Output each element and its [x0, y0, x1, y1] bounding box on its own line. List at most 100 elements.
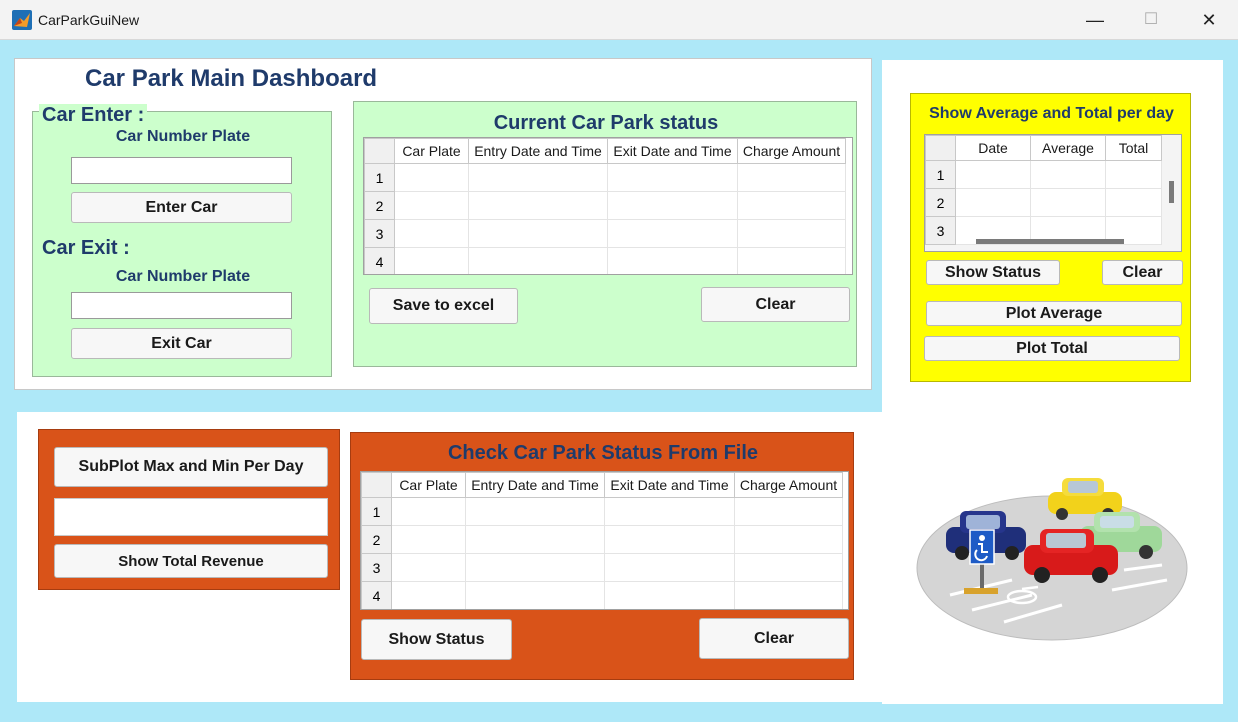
table-cell[interactable]	[955, 160, 1031, 189]
exit-car-button[interactable]: Exit Car	[71, 328, 292, 359]
column-header[interactable]: Date	[955, 135, 1031, 161]
table-cell[interactable]	[468, 191, 608, 220]
column-header[interactable]: Average	[1030, 135, 1106, 161]
column-header[interactable]: Entry Date and Time	[465, 472, 605, 498]
bottom-panel: SubPlot Max and Min Per Day Show Total R…	[17, 412, 882, 702]
car-exit-plate-input[interactable]	[71, 292, 292, 319]
car-enter-heading: Car Enter :	[39, 104, 148, 127]
total-revenue-output[interactable]	[54, 498, 328, 536]
table-cell[interactable]	[607, 163, 738, 192]
table-cell[interactable]	[1105, 188, 1162, 217]
close-button[interactable]: ✕	[1189, 6, 1229, 34]
table-cell[interactable]	[468, 219, 608, 248]
column-header[interactable]: Car Plate	[391, 472, 466, 498]
file-clear-button[interactable]: Clear	[699, 618, 849, 659]
table-row[interactable]: 4	[364, 247, 846, 274]
table-row[interactable]: 1	[361, 497, 843, 526]
table-row[interactable]: 3	[364, 219, 846, 248]
row-number: 1	[361, 497, 392, 526]
table-cell[interactable]	[607, 191, 738, 220]
table-cell[interactable]	[394, 163, 469, 192]
plot-total-button[interactable]: Plot Total	[924, 336, 1180, 361]
table-cell[interactable]	[734, 497, 843, 526]
row-number: 2	[364, 191, 395, 220]
revenue-panel: SubPlot Max and Min Per Day Show Total R…	[38, 429, 340, 590]
table-cell[interactable]	[394, 219, 469, 248]
show-total-revenue-button[interactable]: Show Total Revenue	[54, 544, 328, 578]
table-corner	[364, 138, 395, 164]
table-cell[interactable]	[737, 191, 846, 220]
table-row[interactable]: 2	[364, 191, 846, 220]
horizontal-scrollbar[interactable]	[976, 239, 1124, 244]
table-cell[interactable]	[734, 525, 843, 554]
row-number: 1	[364, 163, 395, 192]
table-row[interactable]: 2	[925, 188, 1162, 217]
table-cell[interactable]	[391, 553, 466, 582]
current-status-table[interactable]: Car Plate Entry Date and Time Exit Date …	[363, 137, 853, 275]
table-cell[interactable]	[391, 581, 466, 609]
table-cell[interactable]	[737, 247, 846, 274]
dashboard-title: Car Park Main Dashboard	[85, 65, 378, 92]
maximize-button[interactable]: ☐	[1131, 6, 1171, 34]
stats-clear-button[interactable]: Clear	[1102, 260, 1183, 285]
table-cell[interactable]	[465, 581, 605, 609]
subplot-max-min-button[interactable]: SubPlot Max and Min Per Day	[54, 447, 328, 487]
column-header[interactable]: Entry Date and Time	[468, 138, 608, 164]
minimize-button[interactable]: —	[1075, 6, 1115, 34]
table-cell[interactable]	[955, 188, 1031, 217]
table-cell[interactable]	[391, 525, 466, 554]
column-header[interactable]: Exit Date and Time	[604, 472, 735, 498]
table-cell[interactable]	[1105, 160, 1162, 189]
column-header[interactable]: Car Plate	[394, 138, 469, 164]
daily-stats-panel: Show Average and Total per day Date Aver…	[910, 93, 1191, 382]
title-bar: CarParkGuiNew — ☐ ✕	[0, 0, 1238, 40]
table-cell[interactable]	[604, 581, 735, 609]
table-corner	[361, 472, 392, 498]
table-row[interactable]: 3	[361, 553, 843, 582]
table-cell[interactable]	[391, 497, 466, 526]
enter-car-button[interactable]: Enter Car	[71, 192, 292, 223]
table-cell[interactable]	[737, 219, 846, 248]
row-number: 1	[925, 160, 956, 189]
column-header[interactable]: Exit Date and Time	[607, 138, 738, 164]
table-row[interactable]: 1	[364, 163, 846, 192]
table-cell[interactable]	[394, 247, 469, 274]
table-cell[interactable]	[468, 247, 608, 274]
car-park-illustration	[912, 470, 1192, 645]
table-cell[interactable]	[465, 525, 605, 554]
table-cell[interactable]	[465, 497, 605, 526]
save-to-excel-button[interactable]: Save to excel	[369, 288, 518, 324]
status-clear-button[interactable]: Clear	[701, 287, 850, 322]
table-cell[interactable]	[604, 497, 735, 526]
table-cell[interactable]	[734, 581, 843, 609]
table-row[interactable]: 4	[361, 581, 843, 609]
table-cell[interactable]	[1030, 188, 1106, 217]
vertical-scrollbar[interactable]	[1169, 181, 1174, 203]
column-header[interactable]: Total	[1105, 135, 1162, 161]
table-cell[interactable]	[737, 163, 846, 192]
table-row[interactable]: 1	[925, 160, 1162, 189]
table-cell[interactable]	[607, 247, 738, 274]
table-cell[interactable]	[734, 553, 843, 582]
file-status-table[interactable]: Car Plate Entry Date and Time Exit Date …	[360, 471, 849, 610]
table-cell[interactable]	[1030, 160, 1106, 189]
car-exit-plate-label: Car Number Plate	[115, 268, 251, 285]
column-header[interactable]: Charge Amount	[734, 472, 843, 498]
row-number: 3	[364, 219, 395, 248]
daily-stats-table[interactable]: Date Average Total 1 2 3	[924, 134, 1182, 252]
file-show-status-button[interactable]: Show Status	[361, 619, 512, 660]
column-header[interactable]: Charge Amount	[737, 138, 846, 164]
file-status-panel: Check Car Park Status From File Car Plat…	[350, 432, 854, 680]
stats-show-status-button[interactable]: Show Status	[926, 260, 1060, 285]
table-cell[interactable]	[604, 553, 735, 582]
matlab-logo-icon	[12, 10, 32, 30]
table-cell[interactable]	[394, 191, 469, 220]
table-cell[interactable]	[604, 525, 735, 554]
table-cell[interactable]	[607, 219, 738, 248]
row-number: 2	[361, 525, 392, 554]
car-enter-plate-input[interactable]	[71, 157, 292, 184]
table-row[interactable]: 2	[361, 525, 843, 554]
plot-average-button[interactable]: Plot Average	[926, 301, 1182, 326]
table-cell[interactable]	[468, 163, 608, 192]
table-cell[interactable]	[465, 553, 605, 582]
